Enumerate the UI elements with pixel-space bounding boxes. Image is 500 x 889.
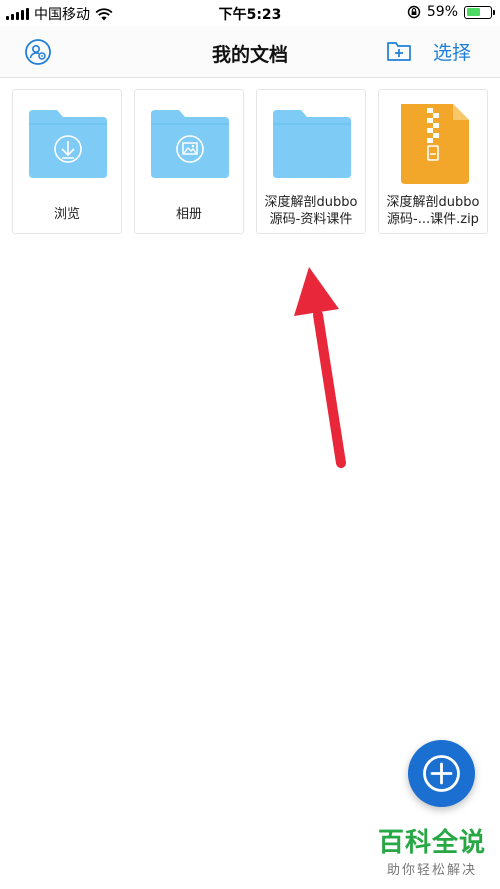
battery-percent: 59% [426,4,458,20]
select-button[interactable]: 选择 [433,38,471,65]
zip-file-icon [401,104,469,184]
file-tile-zip[interactable]: 深度解剖dubbo源码-...课件.zip [378,89,488,234]
watermark-subtitle: 助你轻松解决 [386,863,477,878]
plus-icon [423,755,460,792]
screen: 中国移动 下午5:23 59% 我的文档 选择 浏览 相册 深度解剖dubbo源… [0,0,500,889]
file-name: 深度解剖dubbo源码-资料课件 [264,195,358,227]
add-button[interactable] [408,740,475,807]
watermark: 百科全说 助你轻松解决 [372,828,492,878]
rotation-lock-icon [407,5,421,19]
file-name: 相册 [175,207,202,222]
file-tile-folder[interactable]: 深度解剖dubbo源码-资料课件 [256,89,366,234]
folder-icon [273,110,351,178]
status-bar: 中国移动 下午5:23 59% [0,0,500,26]
file-name: 深度解剖dubbo源码-...课件.zip [386,195,480,227]
download-folder-icon [29,110,107,178]
battery-icon [464,5,495,19]
new-folder-icon[interactable] [386,38,412,64]
photo-folder-icon [151,110,229,178]
watermark-title: 百科全说 [377,828,486,858]
file-tile-album[interactable]: 相册 [134,89,244,234]
status-right: 59% [407,4,495,20]
file-grid: 浏览 相册 深度解剖dubbo源码-资料课件 深度解剖dubbo源码-...课件… [12,89,492,235]
file-tile-browse[interactable]: 浏览 [12,89,122,234]
annotation-arrow [294,267,346,468]
file-name: 浏览 [53,207,80,222]
nav-bar: 我的文档 选择 [0,26,500,78]
page-title: 我的文档 [211,44,288,66]
